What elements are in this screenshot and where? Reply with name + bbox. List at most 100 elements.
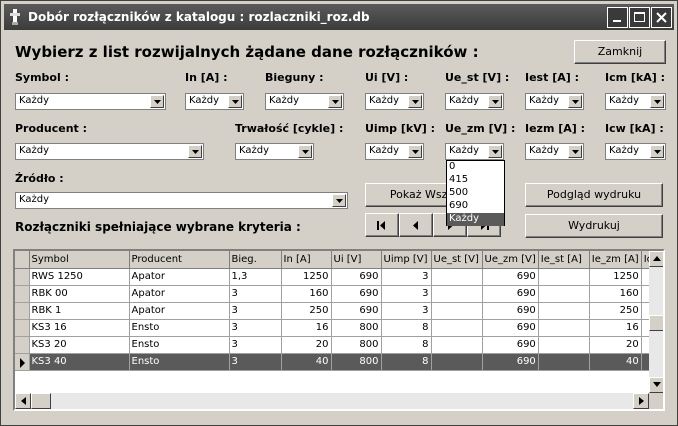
cell[interactable]: 690 bbox=[331, 268, 382, 286]
uimp-combo[interactable]: Każdy bbox=[365, 143, 424, 160]
column-header[interactable]: Ie_st [A] bbox=[538, 251, 590, 269]
row-indicator[interactable] bbox=[15, 336, 30, 354]
cell[interactable]: KS3 20 bbox=[29, 336, 130, 354]
cell[interactable]: 20 bbox=[281, 336, 332, 354]
minimize-button[interactable] bbox=[607, 7, 628, 28]
chevron-down-icon[interactable] bbox=[332, 194, 346, 207]
ue-st-combo[interactable]: Każdy bbox=[445, 93, 504, 110]
dropdown-option[interactable]: 415 bbox=[447, 174, 504, 187]
cell[interactable] bbox=[538, 336, 590, 354]
chevron-down-icon[interactable] bbox=[408, 145, 422, 158]
cell[interactable]: Ensto bbox=[129, 353, 230, 371]
results-grid[interactable]: Symbol Producent Bieg. In [A] Ui [V] Uim… bbox=[13, 249, 665, 411]
cell[interactable]: KS3 16 bbox=[29, 319, 130, 337]
close-button[interactable] bbox=[651, 7, 672, 28]
zrodlo-combo[interactable]: Każdy bbox=[15, 192, 348, 209]
cell[interactable]: 250 bbox=[589, 302, 642, 320]
vertical-scroll-thumb[interactable] bbox=[649, 315, 663, 331]
row-indicator[interactable] bbox=[15, 302, 30, 320]
iest-combo[interactable]: Każdy bbox=[525, 93, 584, 110]
cell[interactable]: 40 bbox=[281, 353, 332, 371]
cell[interactable] bbox=[431, 353, 483, 371]
dropdown-option[interactable]: 0 bbox=[447, 161, 504, 174]
cell[interactable]: 250 bbox=[281, 302, 332, 320]
cell[interactable]: 8 bbox=[381, 336, 432, 354]
cell[interactable]: 690 bbox=[331, 285, 382, 303]
table-row[interactable]: RBK 00 Apator 3 160 690 3 690 160 bbox=[15, 285, 656, 303]
cell[interactable] bbox=[431, 302, 483, 320]
maximize-button[interactable] bbox=[629, 7, 650, 28]
dropdown-option-selected[interactable]: Każdy bbox=[447, 213, 504, 226]
scroll-left-button[interactable] bbox=[15, 393, 31, 409]
cell[interactable]: 40 bbox=[589, 353, 642, 371]
cell[interactable]: 3 bbox=[229, 353, 282, 371]
cell[interactable]: 16 bbox=[281, 319, 332, 337]
row-indicator[interactable] bbox=[15, 353, 30, 371]
cell[interactable]: 690 bbox=[482, 319, 539, 337]
table-row[interactable]: RWS 1250 Apator 1,3 1250 690 3 690 1250 bbox=[15, 268, 656, 286]
row-indicator[interactable] bbox=[15, 285, 30, 303]
ue-zm-combo[interactable]: Każdy bbox=[445, 143, 504, 160]
icw-combo[interactable]: Każdy bbox=[605, 143, 666, 160]
cell[interactable]: 3 bbox=[229, 319, 282, 337]
chevron-down-icon[interactable] bbox=[228, 95, 242, 108]
cell[interactable]: 16 bbox=[589, 319, 642, 337]
horizontal-scroll-thumb[interactable] bbox=[31, 393, 51, 409]
chevron-down-icon[interactable] bbox=[488, 145, 502, 158]
vertical-scrollbar[interactable] bbox=[649, 251, 663, 393]
cell[interactable]: 20 bbox=[589, 336, 642, 354]
chevron-down-icon[interactable] bbox=[568, 95, 582, 108]
ue-zm-dropdown-list[interactable]: 0 415 500 690 Każdy bbox=[446, 160, 505, 226]
cell[interactable]: Ensto bbox=[129, 319, 230, 337]
cell[interactable] bbox=[431, 285, 483, 303]
icm-combo[interactable]: Każdy bbox=[605, 93, 666, 110]
cell[interactable]: 3 bbox=[229, 285, 282, 303]
ui-combo[interactable]: Każdy bbox=[365, 93, 424, 110]
column-header[interactable]: Ui [V] bbox=[331, 251, 382, 269]
table-row-selected[interactable]: KS3 40 Ensto 3 40 800 8 690 40 bbox=[15, 353, 656, 371]
bieguny-combo[interactable]: Każdy bbox=[265, 93, 344, 110]
nav-first-button[interactable] bbox=[365, 213, 399, 237]
cell[interactable]: Apator bbox=[129, 268, 230, 286]
scroll-down-button[interactable] bbox=[649, 377, 663, 393]
column-header[interactable]: Ie_zm [A] bbox=[589, 251, 642, 269]
cell[interactable]: 690 bbox=[482, 268, 539, 286]
title-bar[interactable]: Dobór rozłączników z katalogu : rozlaczn… bbox=[4, 4, 674, 30]
cell[interactable]: RBK 1 bbox=[29, 302, 130, 320]
nav-prior-button[interactable] bbox=[399, 213, 433, 237]
column-header[interactable]: Producent bbox=[129, 251, 230, 269]
producent-combo[interactable]: Każdy bbox=[15, 143, 204, 160]
cell[interactable]: Ensto bbox=[129, 336, 230, 354]
cell[interactable]: RBK 00 bbox=[29, 285, 130, 303]
cell[interactable]: 690 bbox=[482, 285, 539, 303]
dropdown-option[interactable]: 500 bbox=[447, 187, 504, 200]
row-indicator[interactable] bbox=[15, 319, 30, 337]
table-row[interactable]: KS3 16 Ensto 3 16 800 8 690 16 bbox=[15, 319, 656, 337]
cell[interactable]: 3 bbox=[381, 285, 432, 303]
column-header[interactable]: Ue_st [V] bbox=[431, 251, 483, 269]
cell[interactable]: 1250 bbox=[281, 268, 332, 286]
cell[interactable]: 800 bbox=[331, 353, 382, 371]
cell[interactable]: Apator bbox=[129, 285, 230, 303]
cell[interactable] bbox=[538, 285, 590, 303]
horizontal-scrollbar[interactable] bbox=[15, 393, 649, 409]
cell[interactable]: 160 bbox=[589, 285, 642, 303]
cell[interactable]: 800 bbox=[331, 319, 382, 337]
cell[interactable]: RWS 1250 bbox=[29, 268, 130, 286]
cell[interactable]: 3 bbox=[229, 336, 282, 354]
chevron-down-icon[interactable] bbox=[328, 95, 342, 108]
trwalosc-combo[interactable]: Każdy bbox=[235, 143, 314, 160]
column-header[interactable]: In [A] bbox=[281, 251, 332, 269]
table-row[interactable]: RBK 1 Apator 3 250 690 3 690 250 bbox=[15, 302, 656, 320]
chevron-down-icon[interactable] bbox=[408, 95, 422, 108]
symbol-combo[interactable]: Każdy bbox=[15, 93, 166, 110]
cell[interactable] bbox=[538, 268, 590, 286]
cell[interactable]: 690 bbox=[331, 302, 382, 320]
cell[interactable]: 690 bbox=[482, 302, 539, 320]
cell[interactable] bbox=[538, 319, 590, 337]
cell[interactable] bbox=[431, 268, 483, 286]
close-dialog-button[interactable]: Zamknij bbox=[574, 40, 666, 64]
cell[interactable]: 8 bbox=[381, 353, 432, 371]
cell[interactable]: 3 bbox=[381, 302, 432, 320]
chevron-down-icon[interactable] bbox=[568, 145, 582, 158]
